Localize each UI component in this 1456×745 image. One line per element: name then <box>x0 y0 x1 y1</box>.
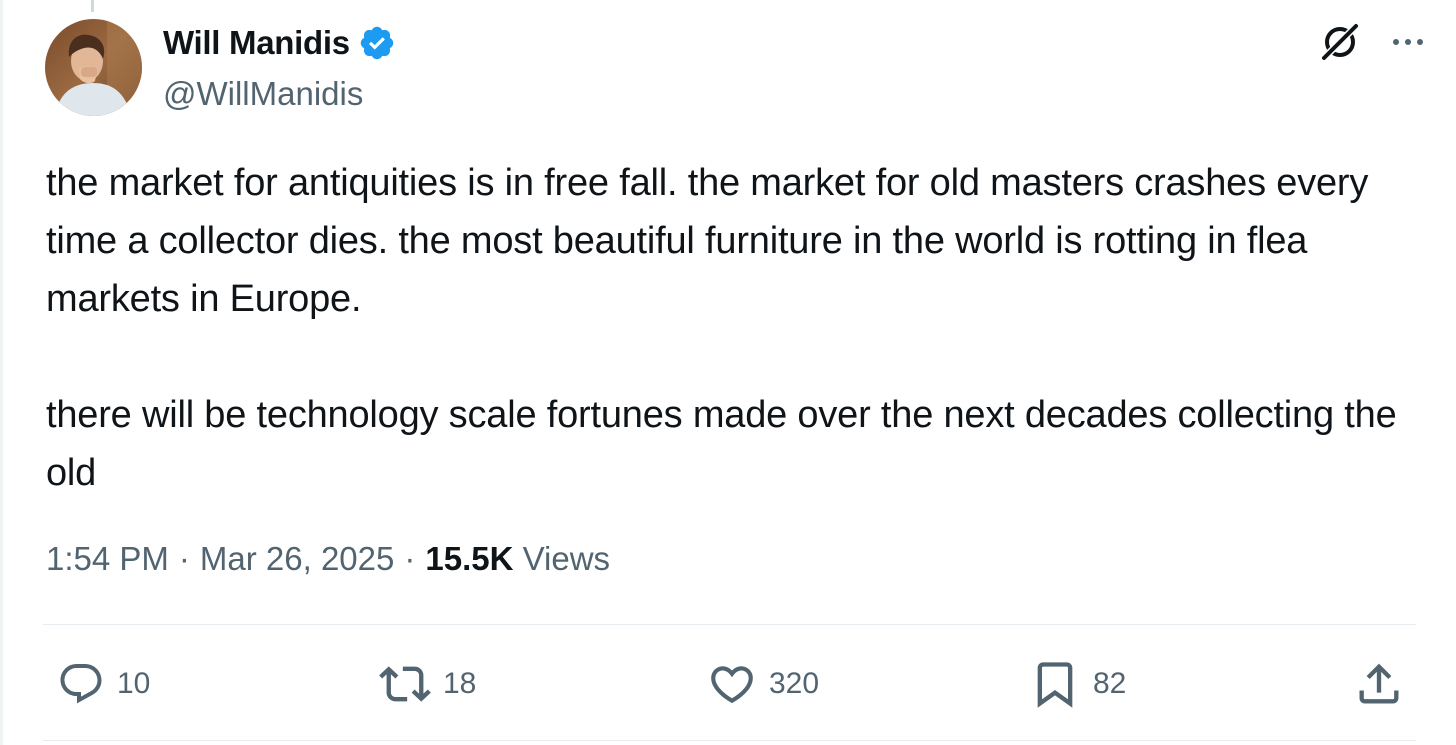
grok-icon[interactable] <box>1318 20 1362 64</box>
bookmark-count: 82 <box>1093 667 1127 700</box>
avatar-photo-icon <box>45 19 142 116</box>
reply-count: 10 <box>117 667 151 700</box>
author-display-name[interactable]: Will Manidis <box>163 24 350 62</box>
meta-separator: · <box>404 540 416 577</box>
bookmark-icon <box>1037 662 1073 708</box>
repost-icon <box>379 666 431 702</box>
thread-connector-line <box>91 0 94 12</box>
tweet-text: the market for antiquities is in free fa… <box>46 162 1397 494</box>
views-stat[interactable]: 15.5K Views <box>425 540 610 578</box>
tweet-card: Will Manidis @WillManidis the market for… <box>0 0 1456 745</box>
post-date[interactable]: Mar 26, 2025 <box>200 540 394 578</box>
reply-icon <box>60 664 102 704</box>
repost-button[interactable]: 18 <box>379 654 476 714</box>
divider-bottom <box>43 740 1416 741</box>
like-button[interactable]: 320 <box>707 654 819 714</box>
author-handle[interactable]: @WillManidis <box>163 75 363 113</box>
action-bar: 10 18 320 82 <box>3 654 1456 714</box>
tweet-metadata: 1:54 PM · Mar 26, 2025 · 15.5K Views <box>46 540 610 578</box>
share-button[interactable] <box>1353 654 1405 714</box>
views-count: 15.5K <box>425 540 514 577</box>
meta-separator: · <box>178 540 190 577</box>
more-options-icon[interactable] <box>1388 22 1428 62</box>
tweet-header-actions <box>1318 20 1428 64</box>
repost-count: 18 <box>443 667 477 700</box>
share-icon <box>1359 663 1399 704</box>
reply-button[interactable]: 10 <box>57 654 150 714</box>
heart-icon <box>711 666 753 704</box>
verified-badge-icon[interactable] <box>358 24 396 62</box>
views-label: Views <box>522 540 611 577</box>
author-name-row: Will Manidis <box>163 24 396 62</box>
post-time[interactable]: 1:54 PM <box>46 540 169 578</box>
divider-top <box>43 624 1416 625</box>
like-count: 320 <box>769 667 820 700</box>
avatar[interactable] <box>45 19 142 116</box>
bookmark-button[interactable]: 82 <box>1029 654 1126 714</box>
